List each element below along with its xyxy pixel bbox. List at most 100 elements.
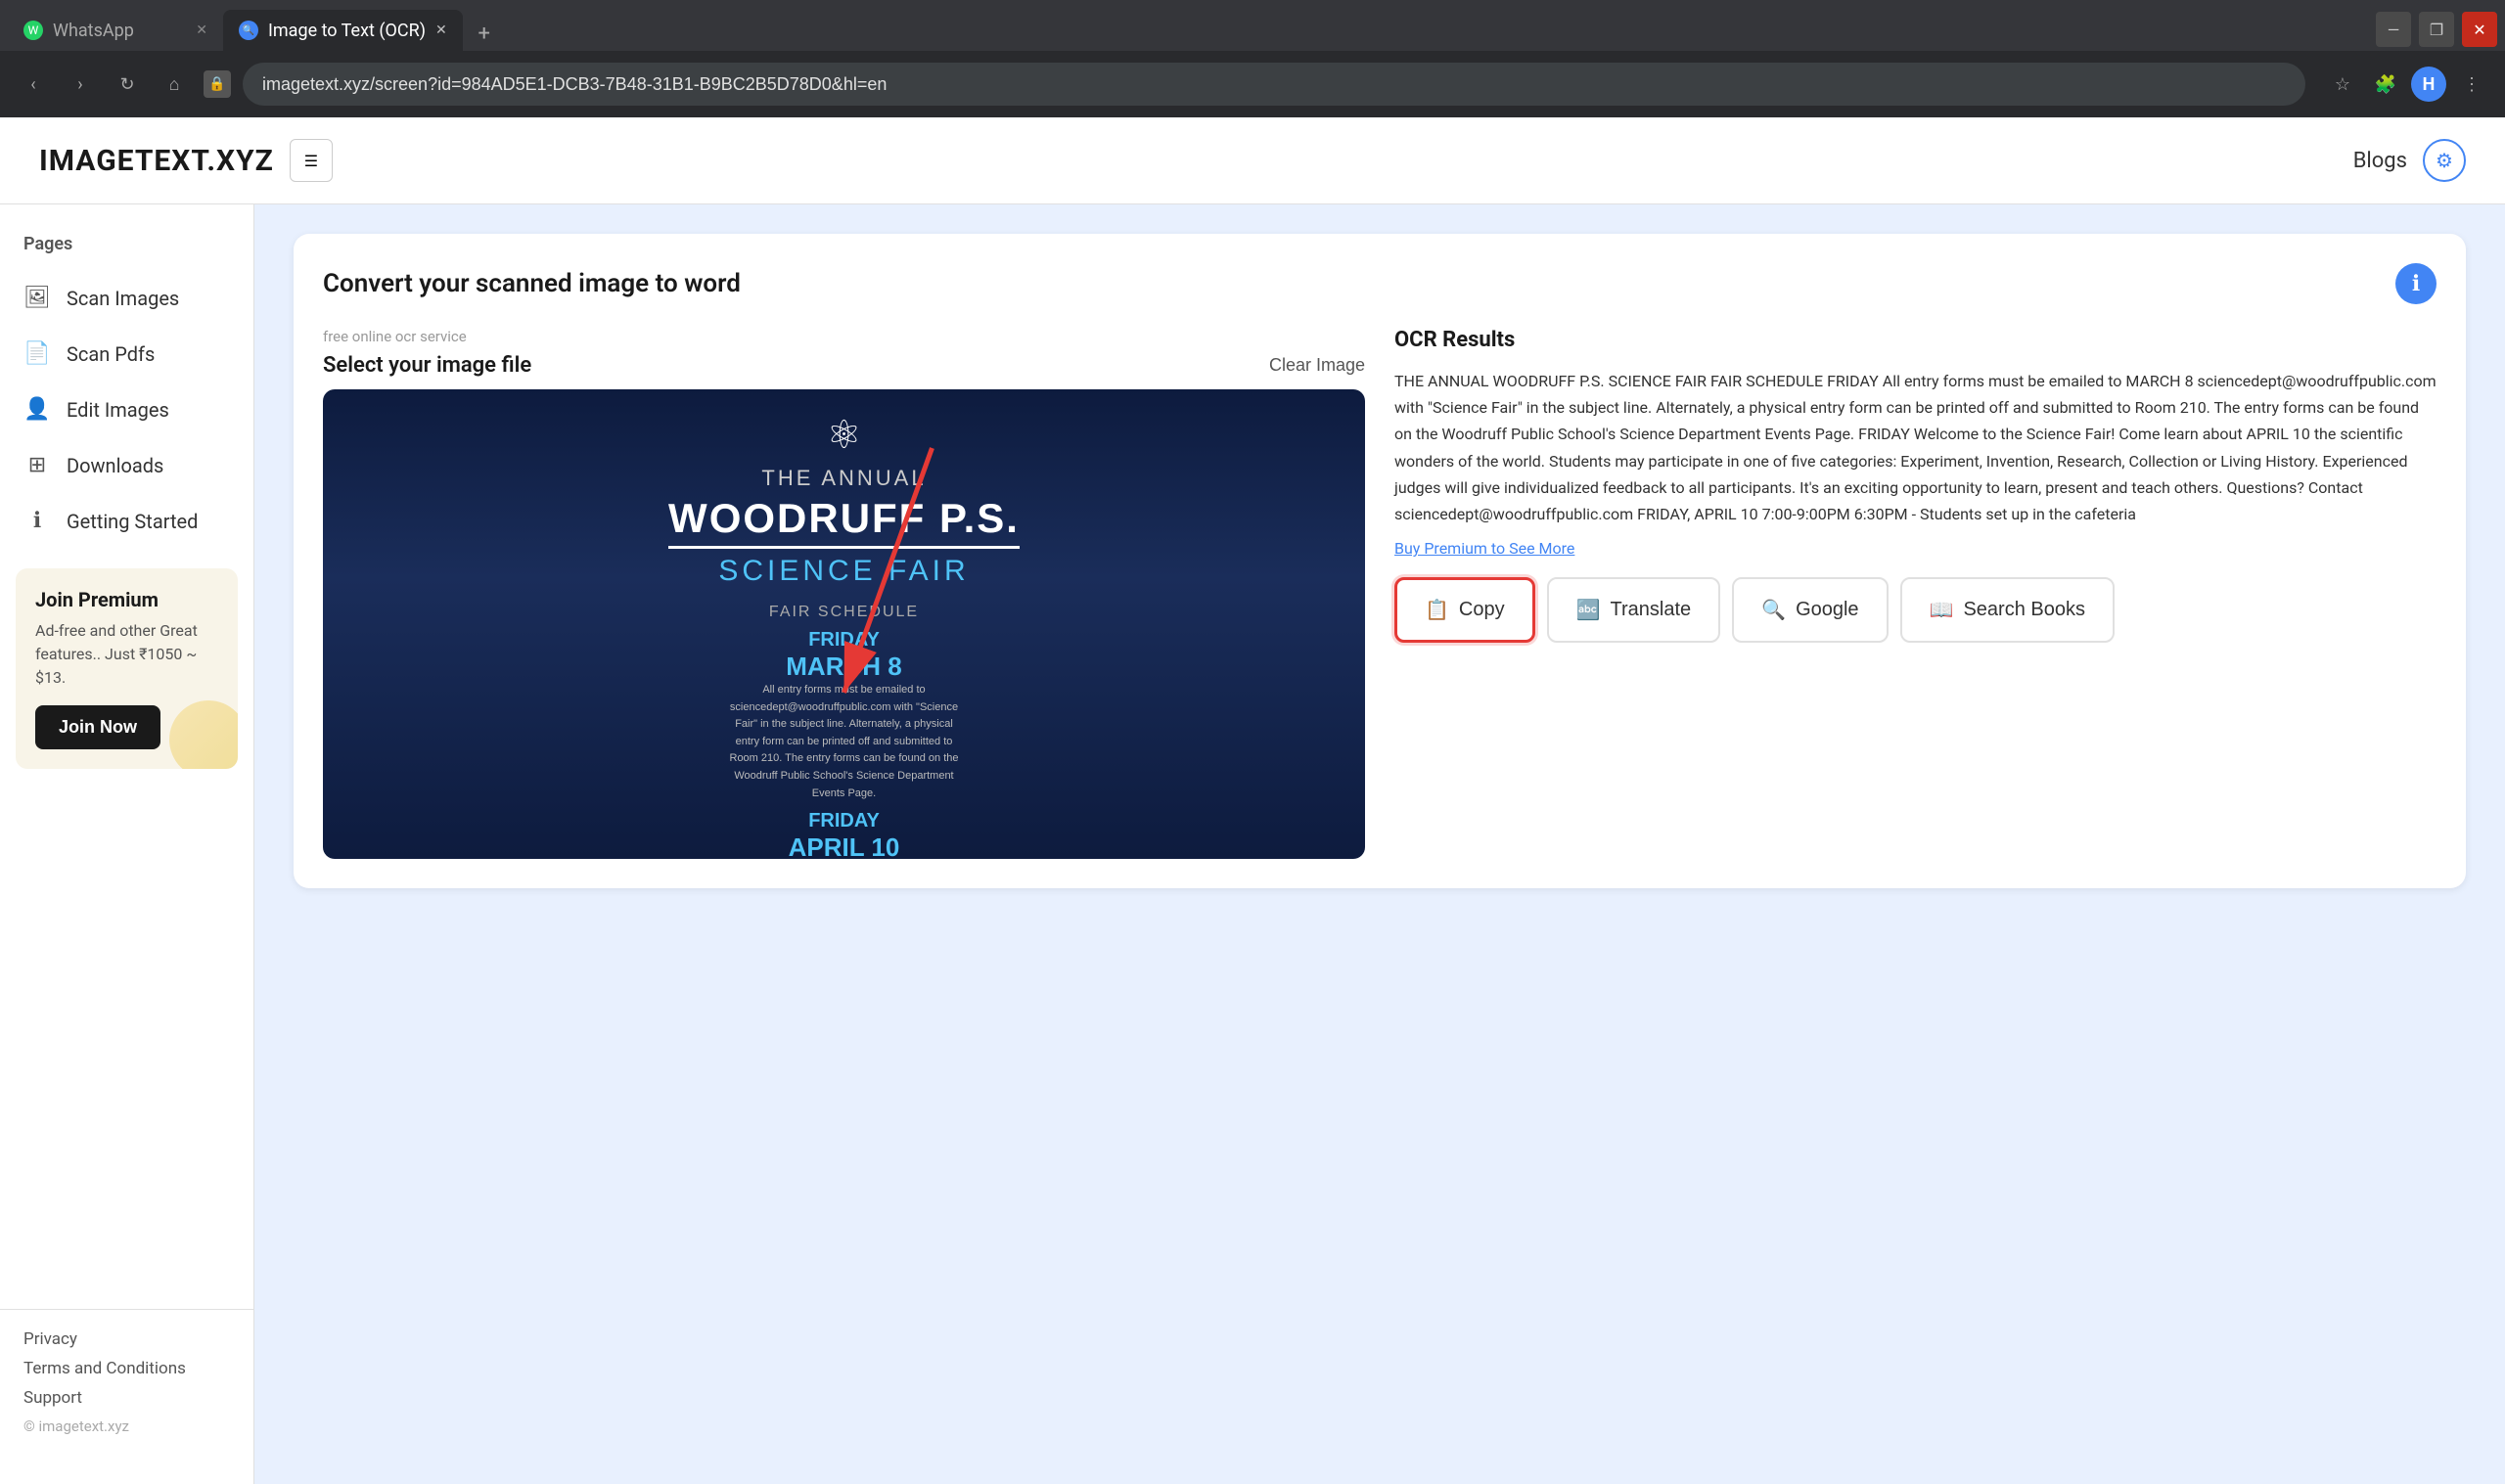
- poster-fair-schedule: FAIR SCHEDULE: [769, 604, 919, 621]
- poster-science-fair: SCIENCE FAIR: [718, 555, 969, 588]
- poster-april-10: APRIL 10: [789, 832, 900, 859]
- sidebar: Pages 🖼 Scan Images 📄 Scan Pdfs 👤 Edit I…: [0, 204, 254, 1484]
- downloads-icon: ⊞: [23, 453, 51, 477]
- copy-button[interactable]: 📋 Copy: [1394, 577, 1535, 643]
- address-bar: ‹ › ↻ ⌂ 🔒 ☆ 🧩 H ⋮: [0, 51, 2505, 117]
- sidebar-item-scan-images[interactable]: 🖼 Scan Images: [0, 270, 253, 326]
- sidebar-item-scan-pdfs-label: Scan Pdfs: [67, 342, 155, 366]
- copyright-text: © imagetext.xyz: [23, 1417, 230, 1435]
- site-header: IMAGETEXT.XYZ ☰ Blogs ⚙: [0, 117, 2505, 204]
- sidebar-item-scan-pdfs[interactable]: 📄 Scan Pdfs: [0, 326, 253, 382]
- science-fair-poster: ⚛ THE ANNUAL WOODRUFF P.S. SCIENCE FAIR …: [323, 389, 1365, 859]
- premium-title: Join Premium: [35, 588, 218, 611]
- tab-bar: W WhatsApp ✕ 🔍 Image to Text (OCR) ✕ + —…: [0, 0, 2505, 51]
- ocr-layout: free online ocr service Select your imag…: [323, 328, 2437, 859]
- menu-icon[interactable]: ⋮: [2454, 67, 2489, 102]
- pages-label: Pages: [0, 234, 253, 270]
- select-image-title: Select your image file: [323, 353, 531, 378]
- info-circle-icon: ℹ: [2412, 272, 2420, 296]
- support-link[interactable]: Support: [23, 1388, 230, 1408]
- ocr-results-title: OCR Results: [1394, 328, 2437, 352]
- settings-icon: ⚙: [2436, 149, 2453, 172]
- poster-atom-icon: ⚛: [827, 413, 862, 458]
- blogs-link[interactable]: Blogs: [2353, 149, 2407, 173]
- tab-ocr-close[interactable]: ✕: [435, 22, 447, 38]
- poster-woodruff: WOODRUFF P.S.: [668, 495, 1020, 549]
- browser-window: W WhatsApp ✕ 🔍 Image to Text (OCR) ✕ + —…: [0, 0, 2505, 1484]
- new-tab-button[interactable]: +: [467, 16, 502, 51]
- refresh-button[interactable]: ↻: [110, 67, 145, 102]
- scan-images-icon: 🖼: [23, 286, 51, 310]
- google-button[interactable]: 🔍 Google: [1732, 577, 1888, 643]
- home-button[interactable]: ⌂: [157, 67, 192, 102]
- tab-ocr[interactable]: 🔍 Image to Text (OCR) ✕: [223, 10, 463, 51]
- sidebar-item-downloads[interactable]: ⊞ Downloads: [0, 437, 253, 493]
- clear-image-button[interactable]: Clear Image: [1269, 355, 1365, 376]
- page-content: IMAGETEXT.XYZ ☰ Blogs ⚙ Pages 🖼 Scan Ima…: [0, 117, 2505, 1484]
- action-buttons: 📋 Copy 🔤 Translate 🔍 Google: [1394, 577, 2437, 643]
- translate-label: Translate: [1611, 599, 1692, 621]
- toolbar-icons: ☆ 🧩 H ⋮: [2325, 67, 2489, 102]
- hamburger-button[interactable]: ☰: [290, 139, 333, 182]
- ocr-favicon: 🔍: [239, 21, 258, 40]
- translate-icon: 🔤: [1576, 598, 1601, 622]
- poster-friday-1: FRIDAY: [808, 629, 880, 652]
- premium-description: Ad-free and other Great features.. Just …: [35, 619, 218, 690]
- search-books-button[interactable]: 📖 Search Books: [1900, 577, 2115, 643]
- bookmark-icon[interactable]: ☆: [2325, 67, 2360, 102]
- image-section: free online ocr service Select your imag…: [323, 328, 1365, 859]
- scan-pdfs-icon: 📄: [23, 341, 51, 366]
- translate-button[interactable]: 🔤 Translate: [1547, 577, 1721, 643]
- info-button[interactable]: ℹ: [2395, 263, 2437, 304]
- poster-march-8: MARCH 8: [786, 652, 901, 682]
- ocr-text-content: THE ANNUAL WOODRUFF P.S. SCIENCE FAIR FA…: [1394, 368, 2437, 527]
- profile-icon[interactable]: H: [2411, 67, 2446, 102]
- tab-whatsapp[interactable]: W WhatsApp ✕: [8, 10, 223, 51]
- poster-the-annual: THE ANNUAL: [761, 466, 926, 491]
- ocr-section: OCR Results THE ANNUAL WOODRUFF P.S. SCI…: [1394, 328, 2437, 859]
- main-layout: Pages 🖼 Scan Images 📄 Scan Pdfs 👤 Edit I…: [0, 204, 2505, 1484]
- close-button[interactable]: ✕: [2462, 12, 2497, 47]
- privacy-link[interactable]: Privacy: [23, 1329, 230, 1349]
- card-title: Convert your scanned image to word: [323, 269, 741, 298]
- maximize-button[interactable]: ❐: [2419, 12, 2454, 47]
- image-header: Select your image file Clear Image: [323, 353, 1365, 378]
- premium-box: Join Premium Ad-free and other Great fea…: [16, 568, 238, 769]
- settings-button[interactable]: ⚙: [2423, 139, 2466, 182]
- ssl-icon: 🔒: [204, 70, 231, 98]
- search-books-icon: 📖: [1930, 598, 1954, 622]
- forward-button[interactable]: ›: [63, 67, 98, 102]
- google-icon: 🔍: [1761, 598, 1786, 622]
- join-now-button[interactable]: Join Now: [35, 705, 160, 749]
- sidebar-item-downloads-label: Downloads: [67, 454, 163, 477]
- minimize-button[interactable]: —: [2376, 12, 2411, 47]
- terms-link[interactable]: Terms and Conditions: [23, 1359, 230, 1378]
- card-header: Convert your scanned image to word ℹ: [323, 263, 2437, 304]
- back-button[interactable]: ‹: [16, 67, 51, 102]
- sidebar-item-scan-images-label: Scan Images: [67, 287, 179, 310]
- copy-icon: 📋: [1425, 598, 1449, 622]
- sidebar-item-edit-images-label: Edit Images: [67, 398, 169, 422]
- image-preview: ⚛ THE ANNUAL WOODRUFF P.S. SCIENCE FAIR …: [323, 389, 1365, 859]
- extensions-icon[interactable]: 🧩: [2368, 67, 2403, 102]
- getting-started-icon: ℹ: [23, 509, 51, 533]
- whatsapp-favicon: W: [23, 21, 43, 40]
- search-books-label: Search Books: [1963, 599, 2085, 621]
- tab-ocr-label: Image to Text (OCR): [268, 21, 426, 41]
- premium-decoration: [169, 700, 238, 769]
- site-logo: IMAGETEXT.XYZ: [39, 144, 274, 178]
- poster-friday-2: FRIDAY: [808, 810, 880, 832]
- google-label: Google: [1796, 599, 1859, 621]
- sidebar-footer: Privacy Terms and Conditions Support © i…: [0, 1309, 253, 1455]
- sidebar-item-getting-started-label: Getting Started: [67, 510, 198, 533]
- edit-images-icon: 👤: [23, 397, 51, 422]
- sidebar-item-edit-images[interactable]: 👤 Edit Images: [0, 382, 253, 437]
- copy-label: Copy: [1459, 599, 1505, 621]
- sidebar-item-getting-started[interactable]: ℹ Getting Started: [0, 493, 253, 549]
- url-input[interactable]: [243, 63, 2305, 106]
- header-right: Blogs ⚙: [2353, 139, 2466, 182]
- hamburger-icon: ☰: [304, 152, 318, 170]
- buy-premium-link[interactable]: Buy Premium to See More: [1394, 539, 2437, 558]
- tab-whatsapp-close[interactable]: ✕: [196, 22, 207, 38]
- tab-whatsapp-label: WhatsApp: [53, 21, 134, 41]
